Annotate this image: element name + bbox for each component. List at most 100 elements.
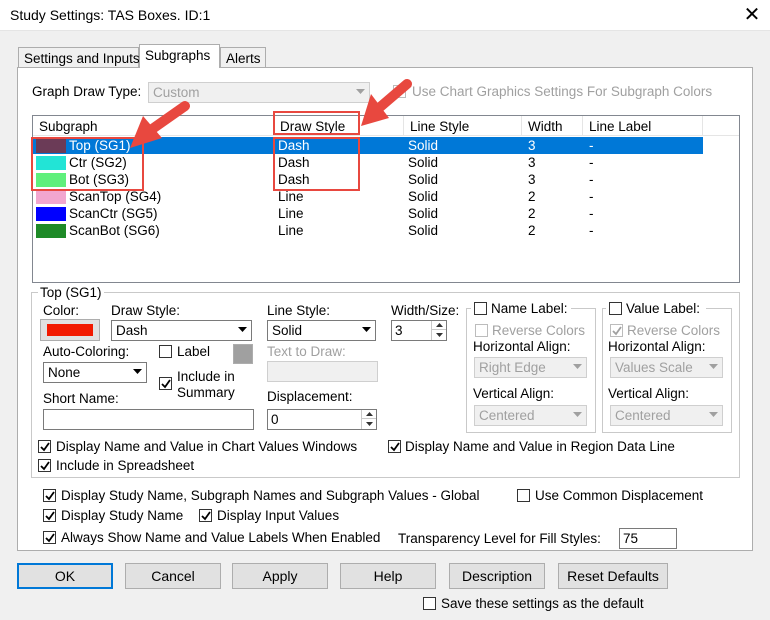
value-vertical-align-value: Centered: [615, 408, 671, 423]
group-title: Top (SG1): [38, 285, 104, 300]
width-cell: 2: [528, 223, 536, 238]
col-header-width[interactable]: Width: [522, 116, 583, 136]
line-label-cell: -: [589, 189, 594, 204]
annotation-arrow-right: [361, 79, 412, 126]
line-label-cell: -: [589, 155, 594, 170]
always-show-label: Always Show Name and Value Labels When E…: [61, 530, 381, 545]
draw-style-select[interactable]: Dash: [111, 320, 252, 341]
transparency-value: 75: [623, 531, 639, 546]
width-cell: 2: [528, 206, 536, 221]
displacement-spinner[interactable]: 0: [267, 409, 377, 430]
annotation-arrow-left: [130, 101, 190, 148]
line-label-cell: -: [589, 206, 594, 221]
text-to-draw-label: Text to Draw:: [267, 344, 346, 359]
value-vertical-align-select[interactable]: Centered: [610, 405, 723, 426]
width-size-value: 3: [395, 323, 403, 338]
value-label-checkbox[interactable]: [609, 302, 622, 315]
line-style-cell: Solid: [408, 206, 439, 221]
value-reverse-colors-checkbox[interactable]: [610, 324, 623, 337]
value-reverse-colors-label: Reverse Colors: [627, 323, 721, 338]
chart-values-checkbox[interactable]: [38, 440, 51, 453]
chevron-down-icon: [704, 358, 722, 377]
label-checkbox-label: Label: [177, 344, 211, 359]
subgraph-color-swatch: [36, 190, 66, 204]
chevron-down-icon: [568, 406, 586, 425]
width-cell: 2: [528, 189, 536, 204]
region-data-checkbox[interactable]: [388, 440, 401, 453]
value-horizontal-align-select[interactable]: Values Scale: [610, 357, 723, 378]
spreadsheet-label: Include in Spreadsheet: [56, 458, 195, 473]
width-cell: 3: [528, 138, 536, 153]
line-label-cell: -: [589, 138, 594, 153]
chevron-down-icon: [233, 321, 251, 340]
spinner-arrows-icon[interactable]: [431, 321, 446, 340]
include-summary-label: Include in Summary: [177, 369, 235, 400]
label-color-button[interactable]: [233, 344, 253, 364]
line-style-select[interactable]: Solid: [267, 320, 376, 341]
chevron-down-icon: [357, 321, 375, 340]
value-label-title: Value Label:: [626, 301, 701, 316]
col-header-filler: [703, 116, 739, 136]
region-data-label: Display Name and Value in Region Data Li…: [405, 439, 675, 454]
subgraph-name: ScanTop (SG4): [69, 189, 162, 204]
always-show-checkbox[interactable]: [43, 531, 56, 544]
color-button[interactable]: [40, 319, 100, 341]
transparency-input[interactable]: 75: [619, 528, 677, 549]
subgraph-color-swatch: [36, 224, 66, 238]
name-vertical-align-value: Centered: [479, 408, 535, 423]
auto-coloring-label: Auto-Coloring:: [43, 344, 130, 359]
subgraph-name: ScanBot (SG6): [69, 223, 160, 238]
text-to-draw-input[interactable]: [267, 361, 378, 382]
chevron-down-icon: [568, 358, 586, 377]
name-vertical-align-select[interactable]: Centered: [474, 405, 587, 426]
short-name-label: Short Name:: [43, 391, 119, 406]
draw-style-cell: Line: [278, 206, 304, 221]
spinner-arrows-icon[interactable]: [361, 410, 376, 429]
list-row[interactable]: ScanBot (SG6) Line Solid 2 -: [33, 222, 703, 239]
chart-values-label: Display Name and Value in Chart Values W…: [56, 439, 358, 454]
value-vertical-align-label: Vertical Align:: [608, 386, 690, 401]
label-checkbox[interactable]: [159, 345, 172, 358]
chevron-down-icon: [704, 406, 722, 425]
width-size-label: Width/Size:: [391, 303, 460, 318]
global-checkbox[interactable]: [43, 489, 56, 502]
transparency-label: Transparency Level for Fill Styles:: [398, 531, 601, 546]
common-displacement-checkbox[interactable]: [517, 489, 530, 502]
draw-style-cell: Line: [278, 223, 304, 238]
study-name-label: Display Study Name: [61, 508, 184, 523]
subgraph-color-swatch: [36, 207, 66, 221]
col-header-line-label[interactable]: Line Label: [583, 116, 703, 136]
name-reverse-colors-label: Reverse Colors: [492, 323, 586, 338]
draw-style-value: Dash: [116, 323, 148, 338]
value-horizontal-align-value: Values Scale: [615, 360, 693, 375]
study-name-checkbox[interactable]: [43, 509, 56, 522]
name-label-checkbox[interactable]: [474, 302, 487, 315]
line-label-cell: -: [589, 172, 594, 187]
annotation-box-draw-style-values: [273, 137, 360, 191]
name-reverse-colors-checkbox[interactable]: [475, 324, 488, 337]
color-label: Color:: [43, 303, 80, 318]
draw-style-cell: Line: [278, 189, 304, 204]
name-horizontal-align-label: Horizontal Align:: [473, 339, 571, 354]
line-style-cell: Solid: [408, 138, 439, 153]
auto-coloring-select[interactable]: None: [43, 362, 147, 383]
input-values-checkbox[interactable]: [199, 509, 212, 522]
line-label-cell: -: [589, 223, 594, 238]
line-style-cell: Solid: [408, 189, 439, 204]
name-horizontal-align-value: Right Edge: [479, 360, 546, 375]
color-swatch: [47, 324, 93, 336]
width-size-spinner[interactable]: 3: [391, 320, 447, 341]
global-label: Display Study Name, Subgraph Names and S…: [61, 488, 480, 503]
include-summary-checkbox[interactable]: [159, 377, 172, 390]
short-name-input[interactable]: [43, 409, 254, 430]
name-horizontal-align-select[interactable]: Right Edge: [474, 357, 587, 378]
subgraph-name: ScanCtr (SG5): [69, 206, 158, 221]
line-style-cell: Solid: [408, 223, 439, 238]
list-row[interactable]: ScanCtr (SG5) Line Solid 2 -: [33, 205, 703, 222]
auto-coloring-value: None: [48, 365, 81, 380]
width-cell: 3: [528, 172, 536, 187]
name-vertical-align-label: Vertical Align:: [473, 386, 555, 401]
value-horizontal-align-label: Horizontal Align:: [608, 339, 706, 354]
spreadsheet-checkbox[interactable]: [38, 459, 51, 472]
line-style-label: Line Style:: [267, 303, 331, 318]
